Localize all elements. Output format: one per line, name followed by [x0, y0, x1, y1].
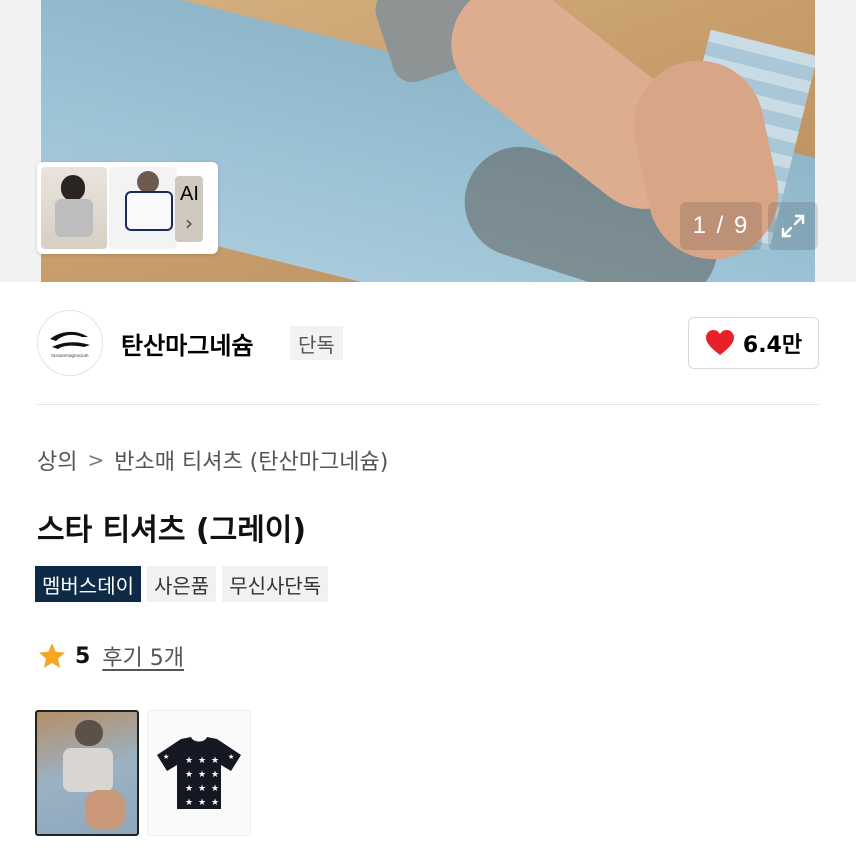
divider: [37, 404, 819, 405]
product-title: 스타 티셔츠 (그레이): [37, 513, 307, 548]
tag-members-day: 멤버스데이: [35, 566, 141, 602]
like-button[interactable]: 6.4만: [688, 317, 819, 369]
like-count: 6.4만: [742, 333, 803, 358]
thumbnail-list: ★ ★ ★ ★ ★ ★ ★ ★ ★ ★ ★ ★ ★ ★: [35, 710, 251, 836]
rating-value: 5: [75, 643, 91, 669]
exclusive-badge: 단독: [290, 326, 343, 360]
brand-logo-icon: tansanmagnesium: [50, 331, 90, 358]
svg-text:★: ★: [185, 784, 193, 794]
svg-text:★: ★: [163, 753, 169, 761]
breadcrumb: 상의 > 반소매 티셔츠 (탄산마그네슘): [37, 444, 388, 476]
svg-text:★: ★: [211, 770, 219, 780]
ai-label: AI: [180, 183, 199, 205]
svg-text:★: ★: [198, 784, 206, 794]
svg-text:★: ★: [211, 784, 219, 794]
svg-text:★: ★: [198, 756, 206, 766]
product-tags: 멤버스데이 사은품 무신사단독: [35, 566, 329, 602]
svg-text:★: ★: [185, 798, 193, 808]
tshirt-icon: ★ ★ ★ ★ ★ ★ ★ ★ ★ ★ ★ ★ ★ ★: [157, 737, 241, 809]
thumbnail-selected[interactable]: [35, 710, 139, 836]
breadcrumb-separator: >: [87, 448, 105, 472]
ai-styling-button[interactable]: [37, 162, 218, 254]
svg-text:★: ★: [228, 753, 234, 761]
svg-text:★: ★: [185, 756, 193, 766]
svg-text:★: ★: [198, 798, 206, 808]
chevron-right-icon: ›: [185, 211, 193, 235]
star-icon: [39, 643, 65, 668]
brand-name[interactable]: 탄산마그네슘: [121, 326, 253, 361]
breadcrumb-item-subcategory[interactable]: 반소매 티셔츠 (탄산마그네슘): [114, 444, 388, 476]
thumbnail-item[interactable]: ★ ★ ★ ★ ★ ★ ★ ★ ★ ★ ★ ★ ★ ★: [147, 710, 251, 836]
heart-icon: [705, 330, 734, 355]
tag-musinsa-exclusive: 무신사단독: [222, 566, 329, 602]
ai-thumbnail: [109, 167, 177, 249]
rating: 5 후기 5개: [37, 640, 184, 672]
svg-text:★: ★: [211, 756, 219, 766]
svg-text:★: ★: [211, 798, 219, 808]
breadcrumb-item-category[interactable]: 상의: [37, 444, 77, 476]
product-gallery: AI › 1 / 9: [0, 0, 856, 282]
review-link[interactable]: 후기 5개: [102, 640, 184, 672]
svg-text:★: ★: [198, 770, 206, 780]
svg-text:★: ★: [185, 770, 193, 780]
ai-thumbnail: [41, 167, 107, 249]
tag-gift: 사은품: [147, 566, 217, 602]
brand-logo[interactable]: tansanmagnesium: [37, 310, 103, 376]
svg-text:tansanmagnesium: tansanmagnesium: [51, 353, 88, 358]
expand-icon[interactable]: [768, 202, 818, 250]
image-counter: 1 / 9: [680, 202, 762, 250]
